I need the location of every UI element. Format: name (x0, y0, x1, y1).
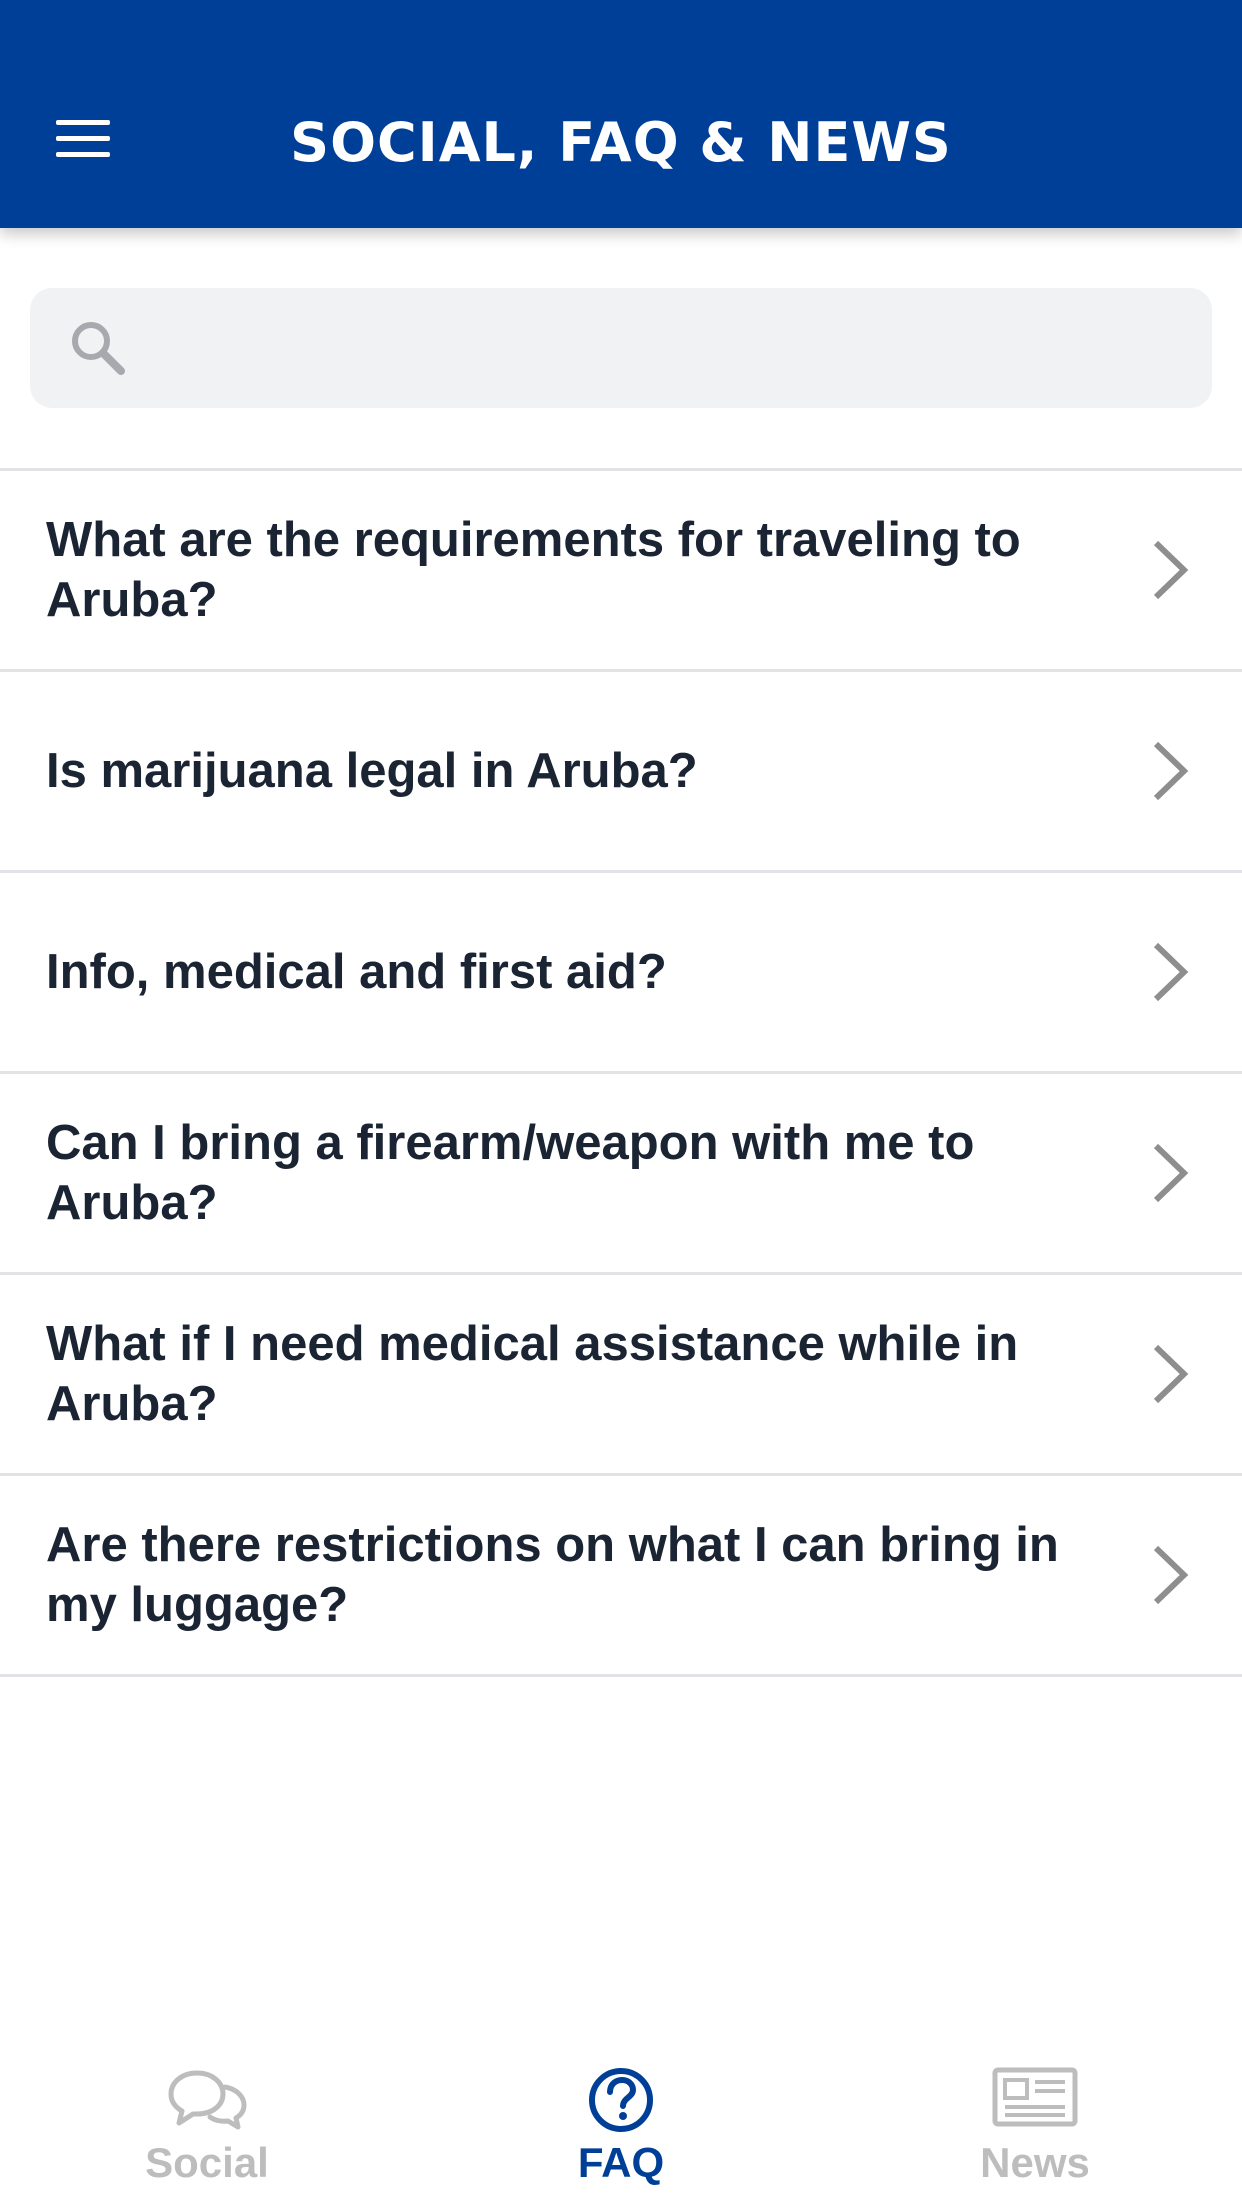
faq-item[interactable]: Is marijuana legal in Aruba? (0, 672, 1242, 873)
chevron-right-icon (1153, 942, 1189, 1002)
faq-item[interactable]: Are there restrictions on what I can bri… (0, 1476, 1242, 1677)
chevron-right-icon (1153, 1143, 1189, 1203)
page-title: SOCIAL, FAQ & NEWS (290, 111, 952, 174)
tab-faq[interactable]: FAQ (414, 2035, 828, 2208)
chevron-right-icon (1153, 741, 1189, 801)
tab-label: Social (145, 2139, 269, 2186)
question-circle-icon (589, 2068, 653, 2132)
faq-item[interactable]: Info, medical and first aid? (0, 873, 1242, 1074)
faq-question: Is marijuana legal in Aruba? (46, 744, 698, 798)
tab-news[interactable]: News (828, 2035, 1242, 2208)
tab-label: News (980, 2139, 1090, 2186)
faq-question: Info, medical and first aid? (46, 945, 667, 999)
chevron-right-icon (1153, 540, 1189, 600)
faq-question: What are the requirements for traveling … (46, 513, 1021, 627)
faq-item[interactable]: What if I need medical assistance while … (0, 1275, 1242, 1476)
faq-item[interactable]: Can I bring a firearm/weapon with me to … (0, 1074, 1242, 1275)
search-input[interactable] (150, 288, 1194, 410)
bottom-tab-bar: Social FAQ News (0, 2035, 1242, 2208)
faq-question: Are there restrictions on what I can bri… (46, 1518, 1059, 1632)
chevron-right-icon (1153, 1344, 1189, 1404)
search-icon (72, 322, 125, 375)
faq-list: What are the requirements for traveling … (0, 468, 1242, 1677)
faq-question: Can I bring a firearm/weapon with me to … (46, 1116, 975, 1230)
faq-item[interactable]: What are the requirements for traveling … (0, 471, 1242, 672)
faq-question: What if I need medical assistance while … (46, 1317, 1019, 1431)
search-bar[interactable] (30, 288, 1212, 410)
newspaper-icon (992, 2067, 1078, 2127)
chevron-right-icon (1153, 1545, 1189, 1605)
tab-label: FAQ (577, 2139, 665, 2186)
chat-bubbles-icon (168, 2070, 247, 2130)
tab-social[interactable]: Social (0, 2035, 414, 2208)
app-header: SOCIAL, FAQ & NEWS (0, 0, 1242, 228)
